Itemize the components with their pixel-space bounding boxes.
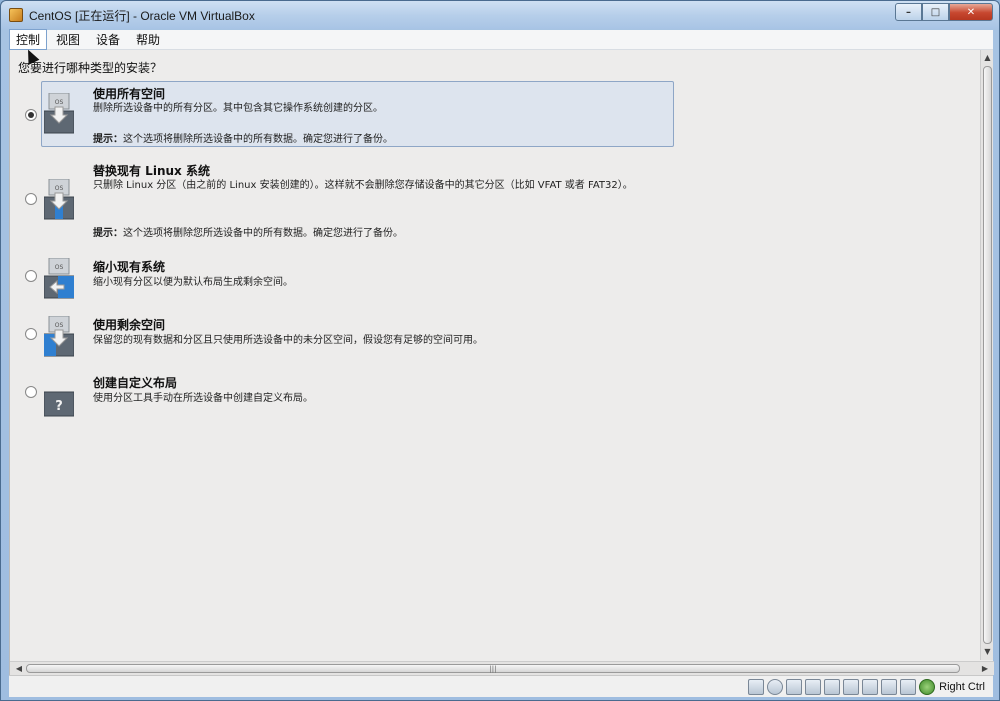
host-key-label: Right Ctrl bbox=[939, 680, 985, 693]
radio-custom-layout[interactable] bbox=[25, 386, 37, 398]
option-hint: 提示：这个选项将删除所选设备中的所有数据。确定您进行了备份。 bbox=[93, 130, 393, 145]
svg-text:OS: OS bbox=[55, 264, 64, 271]
option-title: 使用剩余空间 bbox=[93, 318, 166, 332]
horizontal-scrollbar[interactable]: ◀ ||| ▶ bbox=[10, 661, 994, 675]
option-title: 创建自定义布局 bbox=[93, 376, 178, 390]
display-icon[interactable] bbox=[824, 678, 841, 695]
title-bar[interactable]: CentOS [正在运行] - Oracle VM VirtualBox – □… bbox=[1, 1, 999, 29]
window-title: CentOS [正在运行] - Oracle VM VirtualBox bbox=[29, 8, 255, 23]
close-button[interactable]: ✕ bbox=[949, 3, 993, 21]
option-custom-layout[interactable]: ? 创建自定义布局 使用分区工具手动在所选设备中创建自定义布局。 bbox=[10, 374, 670, 420]
radio-replace-linux[interactable] bbox=[25, 193, 37, 205]
maximize-button[interactable]: □ bbox=[922, 3, 949, 21]
option-replace-linux[interactable]: OS 替换现有 Linux 系统 只删除 Linux 分区（由之前的 Linux… bbox=[10, 160, 670, 240]
window-controls: – □ ✕ bbox=[895, 3, 993, 21]
option-description: 删除所选设备中的所有分区。其中包含其它操作系统创建的分区。 bbox=[93, 103, 383, 114]
guest-display[interactable]: 您要进行哪种类型的安装？ OS 使用所有空间 删除所选设备中的所有分区。其中包含… bbox=[9, 50, 994, 675]
cpu-icon[interactable] bbox=[881, 678, 898, 695]
os-disk-icon: OS bbox=[44, 179, 74, 220]
shared-folders-icon[interactable] bbox=[805, 678, 822, 695]
svg-text:OS: OS bbox=[55, 322, 64, 329]
vertical-scrollbar[interactable]: ▲ ▼ bbox=[980, 50, 993, 660]
install-type-question: 您要进行哪种类型的安装？ bbox=[18, 61, 163, 75]
option-description: 使用分区工具手动在所选设备中创建自定义布局。 bbox=[93, 393, 313, 404]
option-hint: 提示：这个选项将删除您所选设备中的所有数据。确定您进行了备份。 bbox=[93, 224, 403, 239]
host-key-arrow-icon bbox=[919, 678, 936, 695]
menu-devices[interactable]: 设备 bbox=[89, 29, 127, 50]
os-disk-icon: OS bbox=[44, 316, 74, 357]
question-disk-icon: ? bbox=[44, 391, 74, 417]
scroll-down-arrow-icon[interactable]: ▼ bbox=[982, 646, 993, 658]
os-disk-icon: OS bbox=[44, 258, 74, 299]
option-shrink-system[interactable]: OS 缩小现有系统 缩小现有分区以便为默认布局生成剩余空间。 bbox=[10, 258, 670, 304]
svg-text:?: ? bbox=[55, 399, 63, 414]
scroll-right-arrow-icon[interactable]: ▶ bbox=[978, 662, 992, 675]
video-capture-icon[interactable] bbox=[862, 678, 879, 695]
usb-icon[interactable] bbox=[786, 678, 803, 695]
status-bar: Right Ctrl bbox=[9, 675, 993, 697]
option-use-all-space[interactable]: OS 使用所有空间 删除所选设备中的所有分区。其中包含其它操作系统创建的分区。 … bbox=[10, 81, 674, 149]
hint-label: 提示： bbox=[93, 134, 123, 145]
radio-use-free-space[interactable] bbox=[25, 328, 37, 340]
option-description: 保留您的现有数据和分区且只使用所选设备中的未分区空间，假设您有足够的空间可用。 bbox=[93, 335, 483, 346]
optical-drive-icon[interactable] bbox=[767, 678, 784, 695]
scroll-up-arrow-icon[interactable]: ▲ bbox=[982, 52, 993, 64]
radio-use-all-space[interactable] bbox=[25, 109, 37, 121]
menu-control[interactable]: 控制 bbox=[9, 29, 48, 50]
option-title: 使用所有空间 bbox=[93, 87, 166, 101]
network-icon[interactable] bbox=[843, 678, 860, 695]
hint-text: 这个选项将删除所选设备中的所有数据。确定您进行了备份。 bbox=[123, 134, 393, 145]
option-title: 替换现有 Linux 系统 bbox=[93, 164, 210, 178]
option-description: 只删除 Linux 分区（由之前的 Linux 安装创建的）。这样就不会删除您存… bbox=[93, 180, 633, 191]
minimize-button[interactable]: – bbox=[895, 3, 922, 21]
horizontal-scroll-thumb[interactable]: ||| bbox=[26, 664, 960, 673]
mouse-integration-icon[interactable] bbox=[900, 678, 917, 695]
virtualbox-window: CentOS [正在运行] - Oracle VM VirtualBox – □… bbox=[0, 0, 1000, 701]
svg-text:OS: OS bbox=[55, 185, 64, 192]
scroll-left-arrow-icon[interactable]: ◀ bbox=[12, 662, 26, 675]
menu-view[interactable]: 视图 bbox=[49, 29, 87, 50]
virtualbox-app-icon bbox=[9, 8, 23, 22]
option-description: 缩小现有分区以便为默认布局生成剩余空间。 bbox=[93, 277, 293, 288]
option-use-free-space[interactable]: OS 使用剩余空间 保留您的现有数据和分区且只使用所选设备中的未分区空间，假设您… bbox=[10, 316, 670, 362]
radio-shrink-system[interactable] bbox=[25, 270, 37, 282]
hint-text: 这个选项将删除您所选设备中的所有数据。确定您进行了备份。 bbox=[123, 228, 403, 239]
svg-text:OS: OS bbox=[55, 99, 64, 106]
hint-label: 提示： bbox=[93, 228, 123, 239]
menu-bar: 控制 视图 设备 帮助 bbox=[9, 29, 993, 50]
option-title: 缩小现有系统 bbox=[93, 260, 166, 274]
os-disk-icon: OS bbox=[44, 93, 74, 134]
hard-disk-icon[interactable] bbox=[748, 678, 765, 695]
vertical-scroll-thumb[interactable] bbox=[983, 66, 992, 644]
menu-help[interactable]: 帮助 bbox=[129, 29, 167, 50]
